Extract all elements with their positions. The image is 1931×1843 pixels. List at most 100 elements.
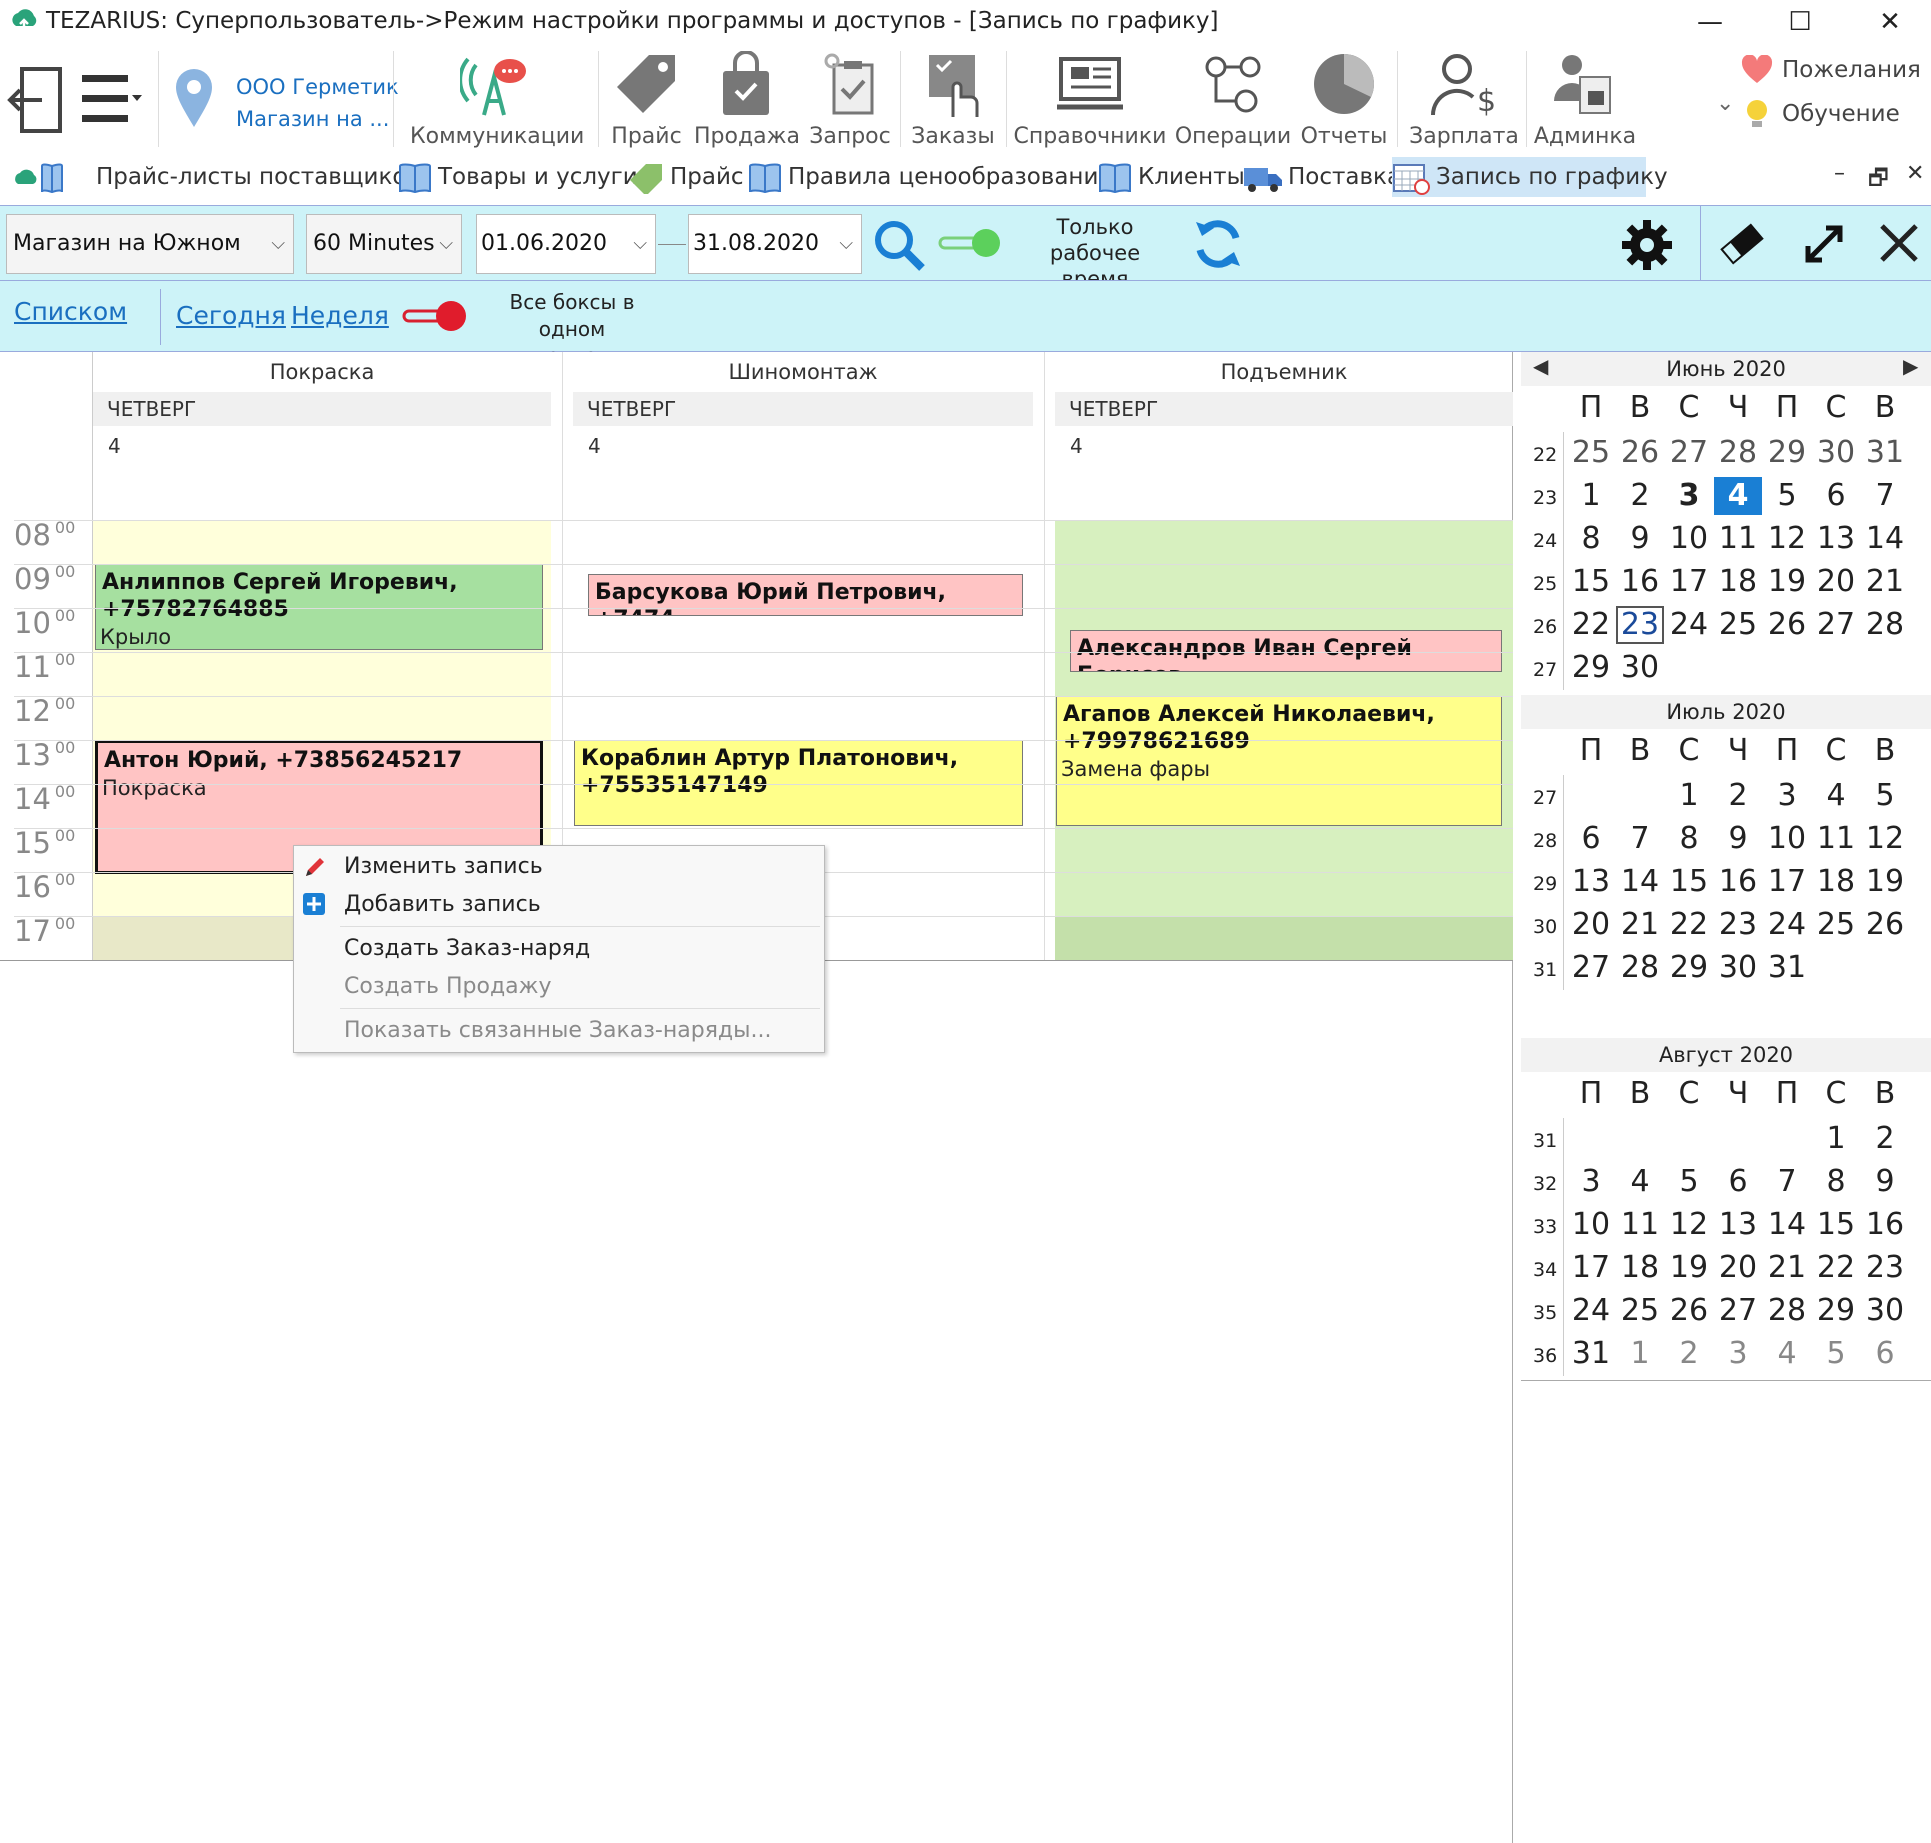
expand-icon[interactable]	[1800, 220, 1848, 268]
tab-delivery[interactable]: Поставка	[1242, 157, 1401, 197]
calendar-day[interactable]: 28	[1714, 434, 1762, 472]
calendar-day[interactable]: 29	[1763, 434, 1811, 472]
calendar-day[interactable]: 27	[1812, 606, 1860, 644]
calendar-day[interactable]: 13	[1567, 863, 1615, 901]
close-window-button[interactable]: ✕	[1860, 4, 1920, 40]
appointment[interactable]: Барсукова Юрий Петрович, +7474...	[588, 574, 1023, 616]
calendar-day[interactable]: 9	[1861, 1163, 1909, 1201]
calendar-day[interactable]: 1	[1567, 477, 1615, 515]
tab-clients[interactable]: Клиенты	[1096, 157, 1245, 197]
calendar-day[interactable]: 14	[1861, 520, 1909, 558]
calendar-day[interactable]: 16	[1714, 863, 1762, 901]
calendar-day[interactable]: 2	[1861, 1120, 1909, 1158]
date-to-input[interactable]: 31.08.2020 ⌵	[688, 214, 862, 274]
appointment[interactable]: Агапов Алексей Николаевич, +79978621689 …	[1056, 696, 1502, 826]
calendar-day[interactable]: 25	[1616, 1292, 1664, 1330]
search-icon[interactable]	[872, 218, 926, 272]
calendar-day[interactable]: 9	[1616, 520, 1664, 558]
calendar-day[interactable]: 21	[1861, 563, 1909, 601]
calendar-day[interactable]: 31	[1763, 949, 1811, 987]
calendar-day[interactable]: 10	[1665, 520, 1713, 558]
calendar-day[interactable]: 28	[1861, 606, 1909, 644]
list-view-link[interactable]: Списком	[14, 297, 127, 326]
chevron-down-icon[interactable]: ⌄	[1716, 91, 1734, 116]
calendar-day[interactable]: 1	[1665, 777, 1713, 815]
orders-button[interactable]: Заказы	[906, 45, 1000, 153]
today-link[interactable]: Сегодня	[176, 301, 286, 330]
calendar-day[interactable]: 25	[1812, 906, 1860, 944]
refresh-icon[interactable]	[1190, 216, 1246, 272]
calendar-day[interactable]: 2	[1616, 477, 1664, 515]
sale-button[interactable]: Продажа	[694, 45, 800, 153]
calendar-prev-icon[interactable]: ◀	[1533, 354, 1548, 378]
calendar-day[interactable]: 5	[1665, 1163, 1713, 1201]
calendar-day[interactable]: 8	[1812, 1163, 1860, 1201]
tab-pricing-rules[interactable]: Правила ценообразования	[746, 157, 1112, 197]
tab-goods-services[interactable]: Товары и услуги	[396, 157, 638, 197]
reports-button[interactable]: Отчеты	[1298, 45, 1390, 153]
calendar-day[interactable]: 22	[1665, 906, 1713, 944]
calendar-day[interactable]: 12	[1665, 1206, 1713, 1244]
calendar-day[interactable]: 15	[1567, 563, 1615, 601]
tab-supplier-prices[interactable]: Прайс-листы поставщиков	[12, 157, 420, 197]
tab-restore-button[interactable]: 🗗	[1868, 161, 1889, 199]
price-button[interactable]: Прайс	[604, 45, 689, 153]
store-select[interactable]: Магазин на Южном ⌵	[6, 214, 294, 274]
calendar-day[interactable]: 26	[1763, 606, 1811, 644]
calendar-day[interactable]: 12	[1763, 520, 1811, 558]
calendar-day[interactable]: 5	[1861, 777, 1909, 815]
calendar-day[interactable]: 20	[1567, 906, 1615, 944]
admin-button[interactable]: Админка	[1530, 45, 1640, 153]
calendar-day[interactable]: 26	[1665, 1292, 1713, 1330]
calendar-day[interactable]: 3	[1567, 1163, 1615, 1201]
all-boxes-toggle[interactable]	[400, 297, 468, 335]
calendar-day[interactable]: 15	[1812, 1206, 1860, 1244]
calendar-day[interactable]: 3	[1665, 477, 1713, 515]
calendar-day[interactable]: 6	[1861, 1335, 1909, 1373]
calendar-day[interactable]: 5	[1763, 477, 1811, 515]
store-name[interactable]: Магазин на ...	[236, 107, 389, 131]
interval-select[interactable]: 60 Minutes ⌵	[306, 214, 462, 274]
appointment[interactable]: Кораблин Артур Платонович, +75535147149	[574, 740, 1023, 826]
calendar-day[interactable]: 5	[1812, 1335, 1860, 1373]
gear-icon[interactable]	[1620, 218, 1674, 272]
calendar-day[interactable]: 31	[1861, 434, 1909, 472]
calendar-day[interactable]: 4	[1812, 777, 1860, 815]
calendar-day[interactable]: 17	[1665, 563, 1713, 601]
calendar-day[interactable]: 2	[1714, 777, 1762, 815]
calendar-day[interactable]: 15	[1665, 863, 1713, 901]
calendar-day[interactable]: 4	[1763, 1335, 1811, 1373]
tab-schedule[interactable]: Запись по графику	[1392, 157, 1668, 197]
menu-add-record[interactable]: Добавить запись	[344, 892, 541, 917]
calendar-day[interactable]: 17	[1763, 863, 1811, 901]
work-time-toggle[interactable]	[936, 226, 1002, 260]
calendar-day[interactable]: 18	[1616, 1249, 1664, 1287]
calendar-day[interactable]: 13	[1812, 520, 1860, 558]
calendar-day[interactable]: 6	[1567, 820, 1615, 858]
calendar-day[interactable]: 12	[1861, 820, 1909, 858]
calendar-day[interactable]: 3	[1763, 777, 1811, 815]
calendar-day[interactable]: 25	[1714, 606, 1762, 644]
calendar-day[interactable]: 30	[1714, 949, 1762, 987]
calendar-day[interactable]: 19	[1763, 563, 1811, 601]
calendar-day[interactable]: 19	[1665, 1249, 1713, 1287]
calendar-day[interactable]: 27	[1567, 949, 1615, 987]
request-button[interactable]: Запрос	[806, 45, 894, 153]
calendar-day[interactable]: 27	[1714, 1292, 1762, 1330]
eraser-icon[interactable]	[1716, 218, 1768, 270]
calendar-day[interactable]: 20	[1714, 1249, 1762, 1287]
calendar-day[interactable]: 3	[1714, 1335, 1762, 1373]
calendar-day[interactable]: 7	[1616, 820, 1664, 858]
calendar-day[interactable]: 30	[1861, 1292, 1909, 1330]
tab-price[interactable]: Прайс	[628, 157, 744, 197]
menu-create-sale[interactable]: Создать Продажу	[344, 974, 552, 999]
calendar-day[interactable]: 24	[1763, 906, 1811, 944]
date-from-input[interactable]: 01.06.2020 ⌵	[476, 214, 656, 274]
calendar-day[interactable]: 8	[1567, 520, 1615, 558]
calendar-day[interactable]: 16	[1861, 1206, 1909, 1244]
calendar-day[interactable]: 28	[1616, 949, 1664, 987]
calendar-day[interactable]: 7	[1861, 477, 1909, 515]
calendar-day[interactable]: 23	[1616, 606, 1664, 644]
menu-edit-record[interactable]: Изменить запись	[344, 854, 543, 879]
calendar-day[interactable]: 14	[1616, 863, 1664, 901]
